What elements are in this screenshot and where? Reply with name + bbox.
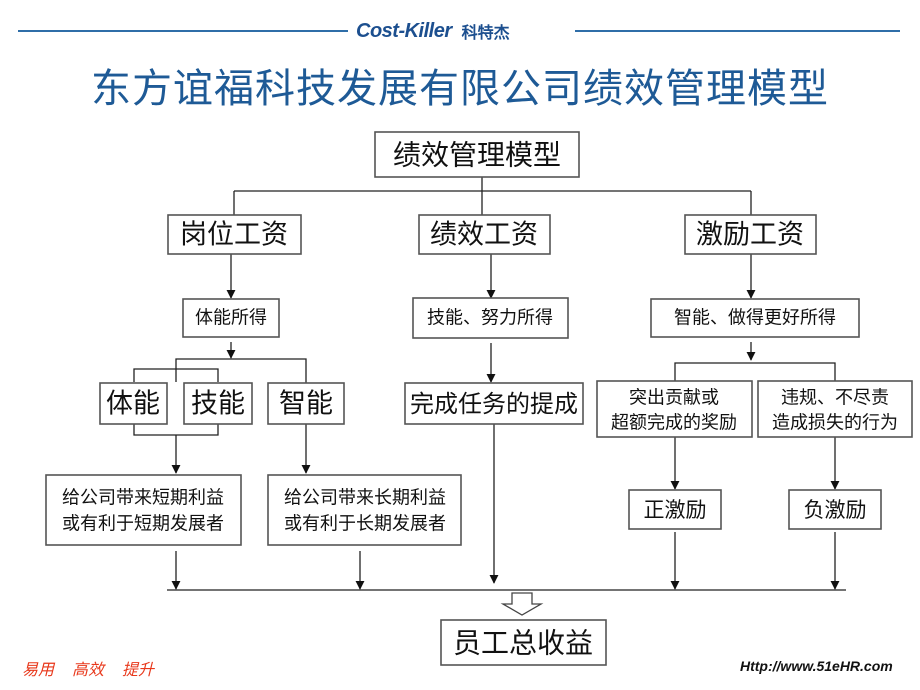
- box-physical-earnings: 体能所得: [182, 298, 280, 338]
- physical-label: 体能: [106, 389, 160, 420]
- box-skill: 技能: [183, 382, 253, 425]
- physical-earnings-label: 体能所得: [195, 308, 267, 329]
- penalty-condition-line1: 违规、不尽责: [781, 388, 889, 409]
- reward-condition-line2: 超额完成的奖励: [611, 413, 737, 434]
- abilities-bus: [175, 358, 307, 383]
- box-short-term-benefit: 给公司带来短期利益 或有利于短期发展者: [45, 474, 242, 546]
- skill-effort-earnings-label: 技能、努力所得: [427, 308, 553, 329]
- box-reward-condition: 突出贡献或 超额完成的奖励: [596, 380, 753, 438]
- box-long-term-benefit: 给公司带来长期利益 或有利于长期发展者: [267, 474, 462, 546]
- skill-label: 技能: [191, 389, 245, 420]
- box-physical: 体能: [99, 382, 168, 425]
- smart-label: 智能: [279, 389, 333, 420]
- slogan-easy: 易用: [22, 660, 55, 679]
- short-term-line2: 或有利于短期发展者: [62, 514, 224, 535]
- post-salary-label: 岗位工资: [180, 220, 288, 251]
- box-penalty-condition: 违规、不尽责 造成损失的行为: [757, 380, 913, 438]
- long-term-line2: 或有利于长期发展者: [284, 514, 446, 535]
- footer-slogans: 易用 高效 提升: [22, 656, 172, 680]
- box-negative-incentive: 负激励: [788, 489, 882, 530]
- slogan-efficient: 高效: [72, 660, 105, 679]
- performance-model-diagram: 绩效管理模型 岗位工资 绩效工资 激励工资 体能所得 技能、努力所得 智能、做得…: [45, 131, 913, 666]
- reward-condition-line1: 突出贡献或: [629, 388, 719, 409]
- short-term-line1: 给公司带来短期利益: [62, 488, 224, 509]
- root-label: 绩效管理模型: [393, 139, 561, 172]
- block-arrow-down-icon: [500, 592, 544, 616]
- box-performance-salary: 绩效工资: [418, 214, 551, 255]
- incentive-salary-label: 激励工资: [696, 220, 804, 251]
- incentive-bus: [674, 362, 836, 381]
- negative-incentive-label: 负激励: [804, 498, 867, 522]
- positive-incentive-label: 正激励: [644, 498, 707, 522]
- box-smart: 智能: [267, 382, 345, 425]
- box-skill-effort-earnings: 技能、努力所得: [412, 297, 569, 339]
- box-incentive-salary: 激励工资: [684, 214, 817, 255]
- box-total-income: 员工总收益: [440, 619, 607, 666]
- footer-url[interactable]: Http://www.51eHR.com: [740, 658, 893, 674]
- root-box: 绩效管理模型: [374, 131, 580, 178]
- performance-salary-label: 绩效工资: [430, 220, 538, 251]
- box-positive-incentive: 正激励: [628, 489, 722, 530]
- slogan-improve: 提升: [122, 660, 155, 679]
- task-commission-label: 完成任务的提成: [410, 390, 578, 418]
- box-smart-better-earnings: 智能、做得更好所得: [650, 298, 860, 338]
- box-task-commission: 完成任务的提成: [404, 382, 584, 425]
- smart-better-earnings-label: 智能、做得更好所得: [674, 308, 836, 329]
- box-post-salary: 岗位工资: [167, 214, 302, 255]
- total-income-label: 员工总收益: [453, 627, 593, 660]
- penalty-condition-line2: 造成损失的行为: [772, 413, 898, 434]
- long-term-line1: 给公司带来长期利益: [284, 488, 446, 509]
